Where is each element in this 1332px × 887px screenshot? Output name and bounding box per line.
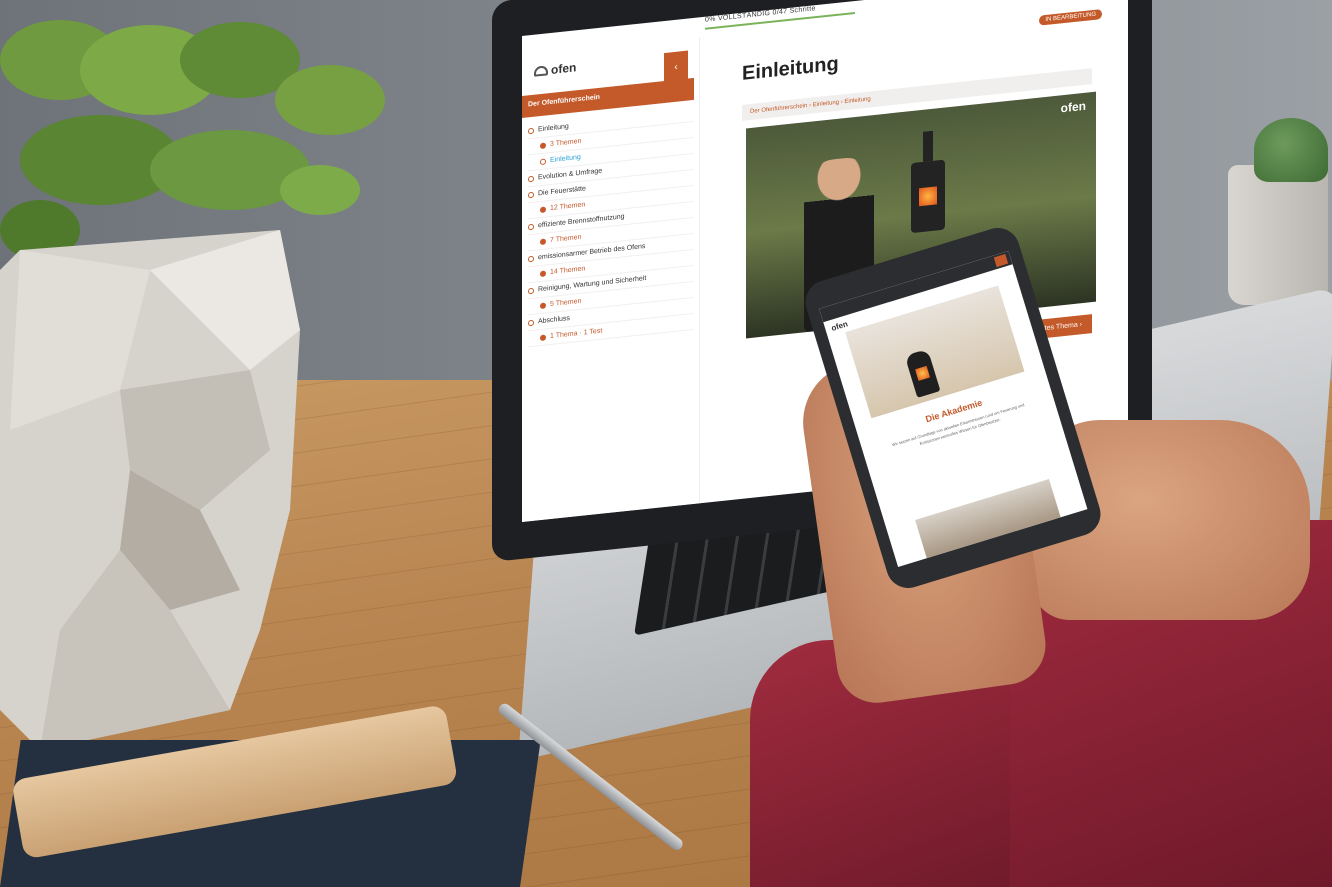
chevron-left-icon[interactable]: ‹ xyxy=(664,50,688,84)
status-badge: IN BEARBEITUNG xyxy=(1039,9,1102,26)
geometric-face-planter xyxy=(0,230,300,750)
circle-icon xyxy=(540,205,546,213)
course-sidebar: ofen ‹ Der Ofenführerschein Einleitung 3… xyxy=(522,37,700,523)
circle-icon xyxy=(528,319,534,326)
circle-icon xyxy=(540,237,546,245)
circle-icon xyxy=(528,191,534,198)
video-watermark: ofen xyxy=(1060,98,1086,116)
page-title: Einleitung xyxy=(742,52,839,85)
logo-icon xyxy=(534,65,548,77)
circle-icon xyxy=(540,301,546,309)
circle-icon xyxy=(540,269,546,277)
circle-icon xyxy=(528,287,534,294)
circle-icon xyxy=(528,175,534,182)
phone-bottom-image xyxy=(915,479,1061,559)
cactus xyxy=(1254,118,1328,182)
logo-text: ofen xyxy=(551,60,577,77)
circle-icon xyxy=(528,223,534,230)
menu-icon[interactable] xyxy=(993,253,1009,268)
circle-icon xyxy=(528,127,534,134)
circle-icon xyxy=(540,157,546,165)
toc-item-label: 5 Themen xyxy=(550,297,582,308)
course-outline: Einleitung 3 Themen Einleitung Evolution… xyxy=(528,105,694,348)
stove-image xyxy=(911,159,945,234)
sidebar-title: Der Ofenführerschein xyxy=(528,93,600,109)
small-planter xyxy=(1228,165,1328,305)
circle-icon xyxy=(540,141,546,149)
circle-icon xyxy=(528,255,534,262)
brand-logo[interactable]: ofen xyxy=(534,60,576,78)
stove-image xyxy=(904,348,941,398)
circle-icon xyxy=(540,333,546,341)
